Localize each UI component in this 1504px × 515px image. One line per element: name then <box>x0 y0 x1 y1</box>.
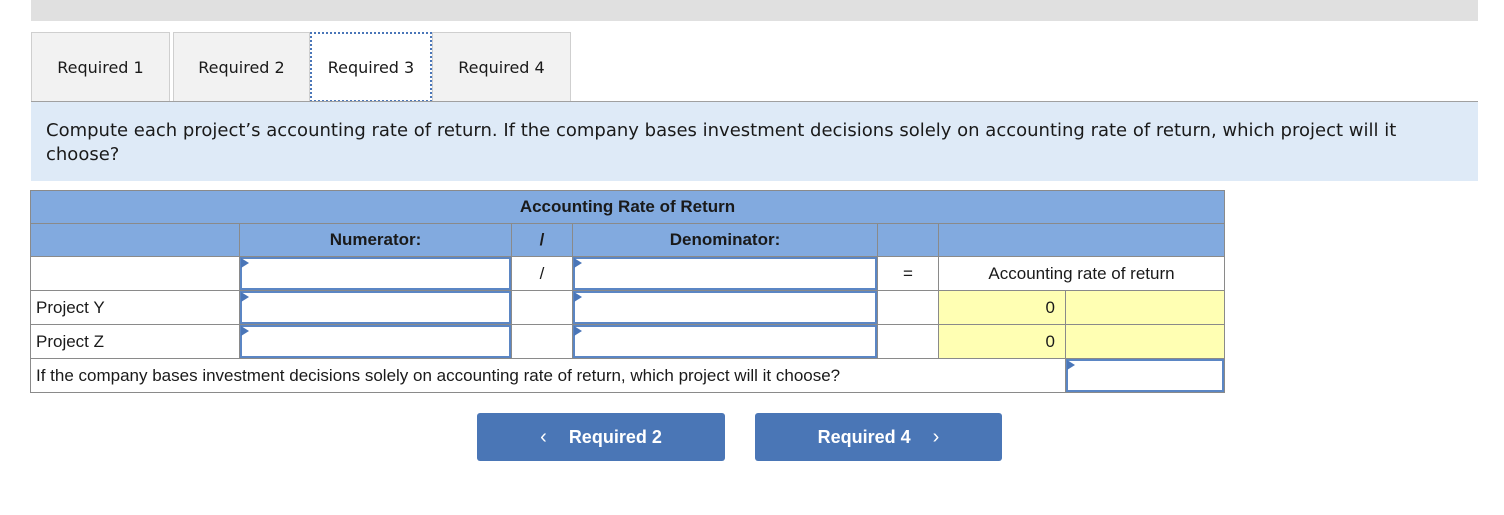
project-z-result: 0 <box>938 324 1066 359</box>
input-flag-icon <box>1067 360 1075 370</box>
project-y-denominator-cell <box>572 290 878 325</box>
project-y-result-extra <box>1065 290 1225 325</box>
table-title: Accounting Rate of Return <box>30 190 1225 224</box>
chevron-right-icon: › <box>932 425 940 448</box>
row-label-project-z: Project Z <box>30 324 240 359</box>
next-required-button[interactable]: Required 4 › <box>755 413 1002 461</box>
tab-required-1[interactable]: Required 1 <box>31 32 170 102</box>
project-z-denominator-input[interactable] <box>573 325 877 358</box>
formula-numerator-cell <box>239 256 512 291</box>
project-z-slash-empty <box>511 324 573 359</box>
prev-required-button[interactable]: ‹ Required 2 <box>477 413 725 461</box>
header-numerator: Numerator: <box>239 223 512 257</box>
formula-equals: = <box>877 256 939 291</box>
tab-required-4[interactable]: Required 4 <box>432 32 571 102</box>
input-flag-icon <box>574 292 582 302</box>
table-header-row: Numerator: / Denominator: <box>30 223 1225 257</box>
question-row: If the company bases investment decision… <box>30 358 1225 393</box>
formula-label-empty <box>30 256 240 291</box>
next-button-label: Required 4 <box>817 426 911 447</box>
choice-answer-cell <box>1065 358 1225 393</box>
project-y-result: 0 <box>938 290 1066 325</box>
project-y-numerator-cell <box>239 290 512 325</box>
chevron-left-icon: ‹ <box>540 425 547 448</box>
row-label-project-y: Project Y <box>30 290 240 325</box>
input-flag-icon <box>241 292 249 302</box>
project-z-equals-empty <box>877 324 939 359</box>
project-z-denominator-cell <box>572 324 878 359</box>
project-y-denominator-input[interactable] <box>573 291 877 324</box>
tab-required-2[interactable]: Required 2 <box>173 32 310 102</box>
choice-answer-input[interactable] <box>1066 359 1224 392</box>
table-row: Project Z 0 <box>30 324 1225 359</box>
header-denominator: Denominator: <box>572 223 878 257</box>
formula-row: / = Accounting rate of return <box>30 256 1225 291</box>
choice-question: If the company bases investment decision… <box>30 358 1066 393</box>
table-row: Project Y 0 <box>30 290 1225 325</box>
input-flag-icon <box>574 258 582 268</box>
header-equals-empty <box>877 223 939 257</box>
formula-denominator-cell <box>572 256 878 291</box>
formula-denominator-input[interactable] <box>573 257 877 290</box>
header-result-empty <box>938 223 1225 257</box>
header-empty <box>30 223 240 257</box>
input-flag-icon <box>241 258 249 268</box>
input-flag-icon <box>574 326 582 336</box>
project-z-numerator-input[interactable] <box>240 325 511 358</box>
top-bar <box>31 0 1478 21</box>
formula-numerator-input[interactable] <box>240 257 511 290</box>
tab-bar: Required 1 Required 2 Required 3 Require… <box>31 32 574 102</box>
input-flag-icon <box>241 326 249 336</box>
header-slash: / <box>511 223 573 257</box>
table-title-row: Accounting Rate of Return <box>30 190 1225 224</box>
arr-table: Accounting Rate of Return Numerator: / D… <box>30 190 1225 393</box>
project-y-slash-empty <box>511 290 573 325</box>
tab-required-3[interactable]: Required 3 <box>310 32 432 102</box>
project-y-numerator-input[interactable] <box>240 291 511 324</box>
result-label: Accounting rate of return <box>938 256 1225 291</box>
formula-slash: / <box>511 256 573 291</box>
project-z-numerator-cell <box>239 324 512 359</box>
prev-button-label: Required 2 <box>568 426 662 447</box>
project-z-result-extra <box>1065 324 1225 359</box>
instruction-text: Compute each project’s accounting rate o… <box>31 102 1478 181</box>
project-y-equals-empty <box>877 290 939 325</box>
